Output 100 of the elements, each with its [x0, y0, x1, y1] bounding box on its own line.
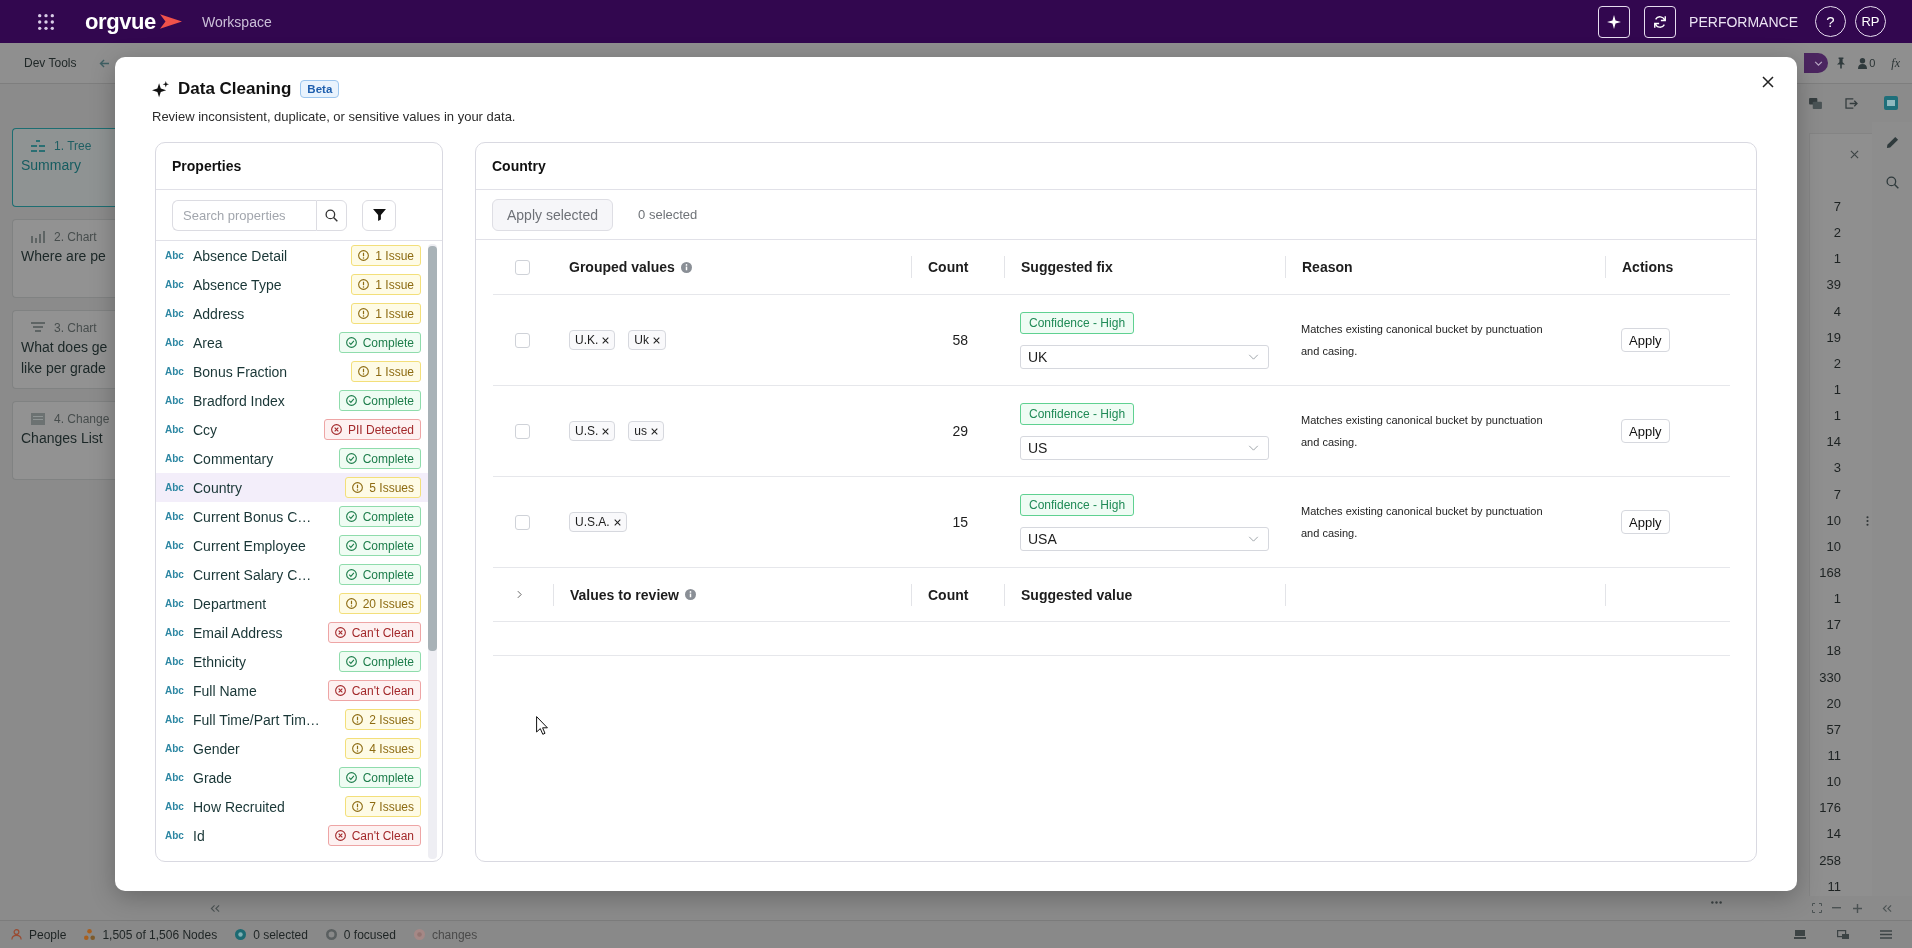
story-card[interactable]: 3. Chart What does ge like per grade	[12, 310, 115, 389]
info-icon[interactable]	[680, 261, 692, 273]
status-text: Can't Clean	[351, 625, 414, 640]
property-name: Ccy	[193, 421, 219, 438]
row-checkbox[interactable]	[515, 332, 530, 348]
select-all-checkbox[interactable]	[515, 259, 530, 275]
dialog-title: Data Cleaning	[178, 79, 292, 99]
fit-view-icon[interactable]	[1812, 903, 1822, 913]
pin-icon[interactable]	[1837, 57, 1846, 69]
property-item[interactable]: Abc Absence Detail 1 Issue	[156, 241, 428, 270]
zoom-in-icon[interactable]	[1853, 903, 1862, 913]
app-grid-icon[interactable]	[38, 13, 54, 30]
search-button[interactable]	[316, 199, 347, 231]
type-label: Abc	[165, 279, 184, 290]
close-icon[interactable]	[1850, 149, 1859, 159]
property-item[interactable]: Abc Gender 4 Issues	[156, 734, 428, 763]
property-item[interactable]: Abc Country 5 Issues	[156, 473, 428, 502]
property-item[interactable]: Abc Ccy PII Detected	[156, 415, 428, 444]
count-value: 20	[1826, 695, 1841, 712]
person-icon	[11, 929, 22, 940]
panel-icon[interactable]	[1884, 96, 1898, 110]
story-card[interactable]: 4. Change Changes List	[12, 401, 115, 480]
property-item[interactable]: Abc Grade Complete	[156, 763, 428, 792]
apply-button[interactable]: Apply	[1621, 328, 1670, 352]
remove-icon[interactable]	[613, 518, 621, 526]
remove-icon[interactable]	[602, 427, 610, 435]
type-label: Abc	[165, 511, 184, 522]
info-icon[interactable]	[684, 589, 696, 600]
property-item[interactable]: Abc Area Complete	[156, 328, 428, 357]
property-item[interactable]: Abc Absence Type 1 Issue	[156, 270, 428, 299]
property-item[interactable]: Abc Department 20 Issues	[156, 589, 428, 618]
property-name: Full Time/Part Tim…	[193, 711, 321, 728]
chevron-down-icon	[1248, 535, 1259, 542]
remove-icon[interactable]	[602, 336, 610, 344]
filter-button[interactable]	[362, 199, 396, 231]
apply-button[interactable]: Apply	[1621, 510, 1670, 534]
formula-button[interactable]: fx	[1891, 55, 1900, 71]
property-item[interactable]: Abc Bradford Index Complete	[156, 386, 428, 415]
status-label: 1,505 of 1,506 Nodes	[102, 927, 218, 942]
row-checkbox[interactable]	[515, 514, 530, 530]
tag-label: U.S.	[575, 424, 599, 438]
mode-label[interactable]: PERFORMANCE	[1689, 13, 1798, 30]
property-name: Id	[193, 827, 206, 844]
refresh-button[interactable]	[1644, 5, 1677, 38]
property-item[interactable]: Abc Address 1 Issue	[156, 299, 428, 328]
logo-text[interactable]: orgvue	[85, 8, 156, 35]
drag-handle-icon[interactable]	[1866, 515, 1869, 527]
expand-chevron-icon[interactable]	[517, 590, 522, 599]
speech-bubbles-icon[interactable]	[1809, 97, 1822, 109]
laptop-icon[interactable]	[1794, 930, 1806, 939]
search-icon[interactable]	[1885, 176, 1899, 189]
confidence-badge: Confidence - High	[1020, 493, 1135, 516]
suggested-fix-select[interactable]: UK	[1020, 344, 1269, 369]
property-item[interactable]: Abc Bonus Fraction 1 Issue	[156, 357, 428, 386]
check-circle-icon	[345, 337, 357, 348]
property-item[interactable]: Abc Email Address Can't Clean	[156, 618, 428, 647]
windows-icon[interactable]	[1837, 930, 1849, 939]
property-name: How Recruited	[193, 798, 286, 815]
count-value: 11	[1827, 747, 1841, 764]
card-title: Where are pe	[21, 247, 107, 266]
arrow-left-icon[interactable]	[99, 58, 111, 68]
dropdown-button[interactable]	[1804, 53, 1829, 73]
double-chevron-left-icon[interactable]	[210, 903, 220, 913]
property-item[interactable]: Abc Full Time/Part Tim… 2 Issues	[156, 705, 428, 734]
property-item[interactable]: Abc Current Bonus C… Complete	[156, 502, 428, 531]
type-label: Abc	[165, 569, 184, 580]
status-text: 2 Issues	[369, 712, 414, 727]
count-value: 14	[1826, 434, 1841, 451]
property-name: Ethnicity	[193, 653, 247, 670]
suggested-fix-select[interactable]: US	[1020, 435, 1269, 460]
view-title[interactable]: Dev Tools	[24, 56, 77, 70]
story-card[interactable]: 2. Chart Where are pe	[12, 219, 115, 298]
pencil-icon[interactable]	[1885, 136, 1899, 149]
remove-icon[interactable]	[653, 336, 660, 344]
remove-icon[interactable]	[651, 427, 659, 435]
scrollbar-track[interactable]	[428, 244, 437, 859]
property-item[interactable]: Abc Current Employee Complete	[156, 531, 428, 560]
double-chevron-left-icon[interactable]	[1882, 903, 1892, 913]
exit-icon[interactable]	[1845, 97, 1858, 109]
reason-text: Matches existing canonical bucket by punctuation and casing.	[1301, 413, 1544, 450]
property-item[interactable]: Abc How Recruited 7 Issues	[156, 792, 428, 821]
search-field[interactable]: Search properties	[172, 199, 316, 231]
menu-icon[interactable]	[1880, 930, 1892, 939]
chevron-down-icon	[1248, 353, 1259, 360]
scrollbar-thumb[interactable]	[428, 246, 437, 651]
property-item[interactable]: Abc Commentary Complete	[156, 444, 428, 473]
suggested-fix-select[interactable]: USA	[1020, 526, 1269, 551]
workspace-label[interactable]: Workspace	[201, 13, 272, 30]
property-name: Current Employee	[193, 537, 307, 554]
type-label: Abc	[165, 366, 184, 377]
property-item[interactable]: Abc Ethnicity Complete	[156, 647, 428, 676]
property-item[interactable]: Abc Id Can't Clean	[156, 821, 428, 850]
apply-button[interactable]: Apply	[1621, 419, 1670, 443]
property-item[interactable]: Abc Current Salary C… Complete	[156, 560, 428, 589]
more-dots-icon[interactable]	[1711, 901, 1722, 904]
row-checkbox[interactable]	[515, 423, 530, 439]
property-item[interactable]: Abc Full Name Can't Clean	[156, 676, 428, 705]
count-value: 18	[1826, 643, 1841, 660]
status-text: 4 Issues	[369, 741, 414, 756]
ai-assistant-button[interactable]	[1598, 5, 1631, 38]
